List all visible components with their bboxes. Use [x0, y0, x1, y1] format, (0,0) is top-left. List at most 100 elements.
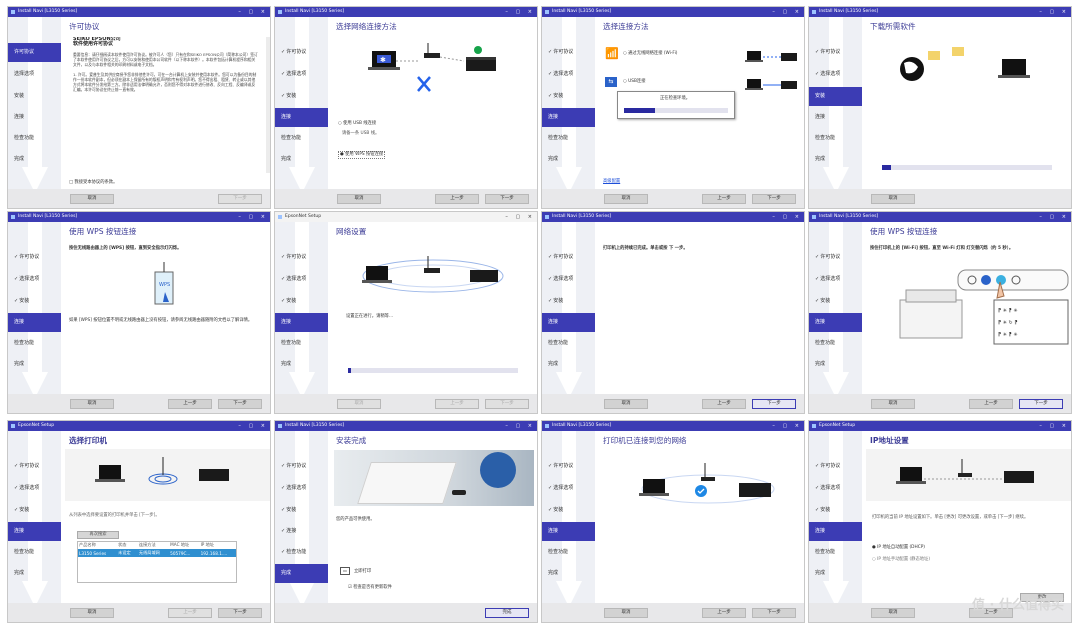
prev-button[interactable]: 上一步 — [168, 399, 212, 409]
cancel-button[interactable]: 取消 — [337, 399, 381, 409]
footer: 取消 上一步 下一步 — [275, 394, 537, 413]
window-titlebar: Install Navi [L3150 Series] – ▢ × — [275, 421, 537, 431]
cancel-button[interactable]: 取消 — [70, 194, 114, 204]
step-connect: 连接 — [8, 313, 61, 332]
step-finish: 完成 — [14, 361, 25, 367]
next-button[interactable]: 下一步 — [218, 608, 262, 618]
instruction-text: 打印机上的持续已完成。单击或按 下 一步。 — [603, 246, 688, 251]
cancel-button[interactable]: 取消 — [871, 194, 915, 204]
steps-sidebar: ✓许可协议 ✓选择选项 ✓安装 连接 检查功能 完成 — [275, 222, 328, 404]
agree-checkbox[interactable]: □ 我接受本协议的条款。 — [69, 180, 117, 186]
step-finish: 完成 — [548, 361, 559, 367]
cancel-button[interactable]: 取消 — [337, 194, 381, 204]
usb-option-sub: 请备一条 USB 线。 — [342, 131, 380, 136]
photo-banner — [334, 450, 534, 506]
step-install: 安装 — [14, 93, 25, 99]
step-install: 安装 — [809, 87, 862, 106]
prev-button[interactable]: 上一步 — [702, 399, 746, 409]
connection-illustration — [745, 51, 797, 90]
steps-sidebar: ✓许可协议 ✓选择选项 安装 连接 检查功能 完成 — [809, 17, 862, 199]
router-wps-illustration: WPS — [154, 262, 174, 305]
next-button[interactable]: 下一步 — [1019, 399, 1063, 409]
finish-button[interactable]: 完成 — [485, 608, 529, 618]
panel-wps-router: Install Navi [L3150 Series] – ▢ × ✓许可协议 ✓… — [7, 211, 271, 414]
footer: 取消 上一步 下一步 — [275, 189, 537, 208]
steps-sidebar: ✓许可协议 ✓选择选项 ✓安装 连接 检查功能 完成 — [542, 222, 595, 404]
wps-option-radio[interactable]: ● 使用 WPS 按钮连接 — [338, 151, 386, 159]
next-button[interactable]: 下一步 — [752, 608, 796, 618]
svg-text:⁋ ✳ ↻ ⁋: ⁋ ✳ ↻ ⁋ — [998, 320, 1018, 326]
step-check: 检查功能 — [14, 340, 35, 346]
step-finish: 完成 — [815, 361, 826, 367]
license-text[interactable]: SEIKO EPSON公司 软件使用许可协议 重要信息：请仔细阅读本软件使用许可… — [73, 37, 259, 167]
next-button[interactable]: 下一步 — [218, 194, 262, 204]
panel-install-complete: Install Navi [L3150 Series] – ▢ × ✓许可协议 ✓… — [274, 420, 538, 623]
ready-text: 您的产品可供使用。 — [336, 517, 375, 522]
prev-button[interactable]: 上一步 — [168, 608, 212, 618]
step-options: 选择选项 — [14, 71, 35, 77]
usb-option-radio[interactable]: ○ USB连接 — [623, 79, 646, 85]
license-para: 1. 许可。爱普生及其供应商授予您非排他性许可，可在一台计算机上安装并使用本软件… — [73, 72, 257, 92]
setup-status-text: 设置正在进行。请稍等... — [346, 314, 394, 319]
scrollbar[interactable] — [266, 37, 270, 173]
cancel-button[interactable]: 取消 — [604, 194, 648, 204]
prev-button[interactable]: 上一步 — [969, 399, 1013, 409]
next-button[interactable]: 下一步 — [752, 194, 796, 204]
cancel-button[interactable]: 取消 — [604, 399, 648, 409]
instruction-text: 从列表中选择要设置的打印机并单击 [下一步]。 — [69, 513, 160, 518]
cancel-button[interactable]: 取消 — [604, 608, 648, 618]
static-ip-radio[interactable]: ○ IP 地址手动配置 (静态地址) — [872, 557, 930, 563]
step-connect: 连接 — [275, 108, 328, 127]
step-install: ✓安装 — [14, 298, 30, 304]
print-now-item[interactable]: 立即打印 — [354, 569, 371, 575]
prev-button[interactable]: 上一步 — [435, 194, 479, 204]
step-finish: 完成 — [275, 564, 328, 583]
step-check: ✓检查功能 — [281, 549, 307, 555]
screenshot-collage: Install Navi [L3150 Series] – ▢ × 许可协议 选择… — [0, 0, 1080, 628]
advanced-config-link[interactable]: 高级配置 — [603, 179, 620, 185]
step-check: 检查功能 — [14, 135, 35, 141]
step-connect: 连接 — [14, 114, 25, 120]
help-text: 如果 [WPS] 按钮位置不明或无线路由器上没有按钮，请参阅无线路由器随附的文档… — [69, 318, 253, 323]
panel-network-method: Install Navi [L3150 Series] – ▢ × ✓许可协议 ✓… — [274, 6, 538, 209]
step-install: ✓安装 — [548, 93, 564, 99]
wifi-icon: 📶 — [605, 47, 619, 60]
usb-option-radio[interactable]: ○ 使用 USB 线连接 — [338, 121, 376, 127]
footer: 取消 上一步 下一步 — [542, 394, 804, 413]
instruction-text: 按住无线路由器上的 [WPS] 按钮，直到安全指示灯闪烁。 — [69, 246, 182, 251]
page-title: IP地址设置 — [870, 436, 909, 445]
cancel-button[interactable]: 取消 — [871, 608, 915, 618]
next-button[interactable]: 下一步 — [485, 194, 529, 204]
prev-button[interactable]: 上一步 — [702, 608, 746, 618]
cancel-button[interactable]: 取消 — [70, 399, 114, 409]
usb-icon: ⇆ — [605, 77, 617, 87]
step-license: ✓许可协议 — [281, 463, 307, 469]
cancel-button[interactable]: 取消 — [70, 608, 114, 618]
step-install: ✓安装 — [815, 507, 831, 513]
step-options: ✓选择选项 — [281, 276, 307, 282]
step-check: 检查功能 — [281, 340, 302, 346]
step-options: ✓选择选项 — [548, 71, 574, 77]
step-connect: 连接 — [542, 522, 595, 541]
next-button[interactable]: 下一步 — [752, 399, 796, 409]
step-license: ✓许可协议 — [281, 254, 307, 260]
window-titlebar: EpsonNet Setup – ▢ × — [809, 421, 1071, 431]
prev-button[interactable]: 上一步 — [702, 194, 746, 204]
wifi-option-radio[interactable]: ○ 通过无线网络连接 (Wi-Fi) — [623, 51, 677, 57]
footer: 完成 — [275, 603, 537, 622]
step-install: ✓安装 — [548, 507, 564, 513]
search-again-button[interactable]: 再次搜索 — [77, 531, 119, 539]
update-checkbox[interactable]: ☑ 检查是否有更新软件 — [348, 585, 392, 591]
step-finish: 完成 — [815, 156, 826, 162]
footer: 取消 上一步 下一步 — [542, 603, 804, 622]
prev-button[interactable]: 上一步 — [435, 399, 479, 409]
next-button[interactable]: 下一步 — [218, 399, 262, 409]
footer: 取消 上一步 下一步 — [8, 394, 270, 413]
printer-panel-illustration: ⁋ ✳ ⁋ ✳ ⁋ ✳ ↻ ⁋ ⁋ ✳ ⁋ ✳ — [899, 269, 1069, 345]
next-button[interactable]: 下一步 — [485, 399, 529, 409]
dhcp-radio[interactable]: ● IP 地址自动配置 (DHCP) — [872, 545, 925, 551]
page-title: 选择连接方法 — [603, 22, 649, 31]
cancel-button[interactable]: 取消 — [871, 399, 915, 409]
footer: 取消 下一步 — [8, 189, 270, 208]
step-options: ✓选择选项 — [815, 71, 841, 77]
